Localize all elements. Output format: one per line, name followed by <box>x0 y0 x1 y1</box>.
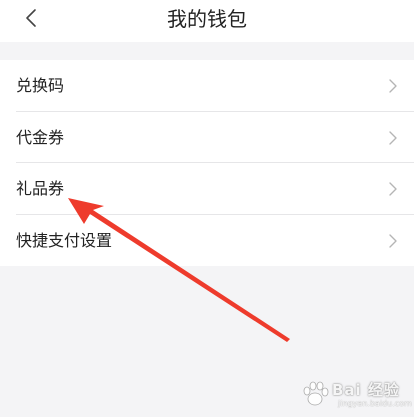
chevron-right-icon <box>389 233 397 248</box>
baidu-watermark: Bai 经验 jingyan.baidu.com <box>298 377 412 413</box>
menu-item-voucher[interactable]: 代金券 <box>0 112 414 163</box>
chevron-right-icon <box>389 79 397 93</box>
menu-item-label: 代金券 <box>16 127 65 147</box>
menu-item-label: 礼品券 <box>16 179 65 198</box>
menu-item-redeem-code[interactable]: 兑换码 <box>0 60 414 112</box>
section-gap <box>0 42 414 60</box>
menu-item-label: 快捷支付设置 <box>16 230 113 250</box>
menu-item-label: 兑换码 <box>16 76 65 95</box>
page-title: 我的钱包 <box>167 7 247 31</box>
watermark-url: jingyan.baidu.com <box>338 399 412 408</box>
menu-item-quick-pay-settings[interactable]: 快捷支付设置 <box>0 215 414 267</box>
paw-logo-icon <box>303 381 329 406</box>
wallet-menu-list: 兑换码 代金券 礼品券 快捷支付设置 <box>0 60 414 266</box>
chevron-right-icon <box>389 130 397 145</box>
menu-item-gift-card[interactable]: 礼品券 <box>0 163 414 215</box>
watermark-text: Bai 经验 <box>332 381 400 399</box>
chevron-right-icon <box>389 182 397 196</box>
nav-bar: 我的钱包 <box>0 0 414 42</box>
wallet-screen: 我的钱包 兑换码 代金券 礼品券 快捷支付设置 Bai 经验 jingyan.b… <box>0 0 414 417</box>
